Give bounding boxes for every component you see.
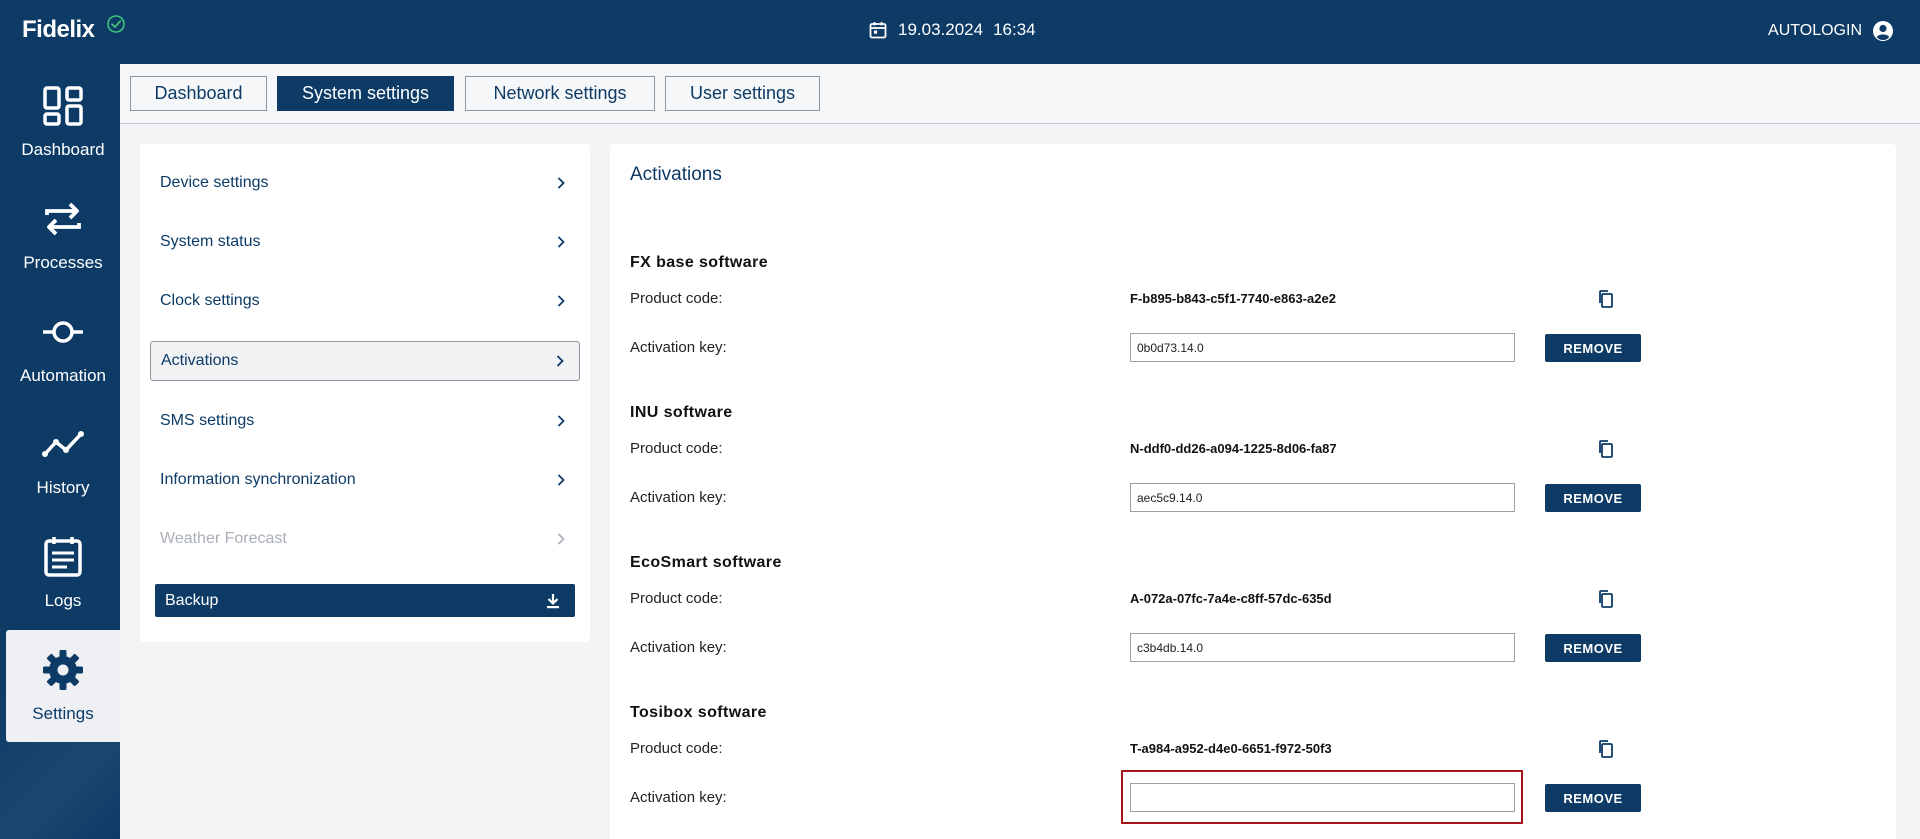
submenu-label: System status: [160, 233, 261, 250]
nav-label-history: History: [36, 478, 90, 497]
backup-label: Backup: [165, 591, 219, 609]
section-title: INU software: [630, 404, 733, 421]
nav-label-settings: Settings: [32, 704, 94, 723]
tab-system-settings[interactable]: System settings: [277, 76, 454, 111]
chevron-right-icon: [556, 355, 564, 367]
backup-button[interactable]: Backup: [155, 584, 575, 617]
processes-icon: [45, 202, 81, 236]
remove-button[interactable]: REMOVE: [1545, 484, 1641, 512]
submenu-item-information-synchronization[interactable]: Information synchronization: [150, 460, 580, 500]
nav-item-logs[interactable]: Logs: [6, 517, 120, 629]
settings-submenu: Device settings System status Clock sett…: [140, 144, 590, 642]
activation-key-label: Activation key:: [630, 339, 727, 356]
chevron-right-icon: [557, 415, 565, 427]
submenu-label: Weather Forecast: [160, 530, 287, 547]
product-code-label: Product code:: [630, 290, 723, 307]
nav-item-history[interactable]: History: [6, 404, 120, 516]
nav-item-processes[interactable]: Processes: [6, 179, 120, 291]
submenu-label: Device settings: [160, 174, 269, 191]
section-title: FX base software: [630, 254, 769, 271]
chevron-right-icon: [557, 474, 565, 486]
user-name: AUTOLOGIN: [1768, 22, 1862, 39]
check-circle-icon: [107, 15, 125, 33]
tab-dashboard[interactable]: Dashboard: [130, 76, 267, 111]
download-icon: [547, 593, 559, 608]
copy-icon[interactable]: [1596, 439, 1616, 459]
submenu-item-device-settings[interactable]: Device settings: [150, 163, 580, 203]
product-code-value: A-072a-07fc-7a4e-c8ff-57dc-635d: [1130, 591, 1332, 606]
section-title: EcoSmart software: [630, 554, 782, 571]
automation-icon: [43, 321, 83, 343]
left-nav: Dashboard Processes Automation History L…: [0, 64, 120, 839]
nav-label-logs: Logs: [44, 591, 82, 610]
nav-item-settings[interactable]: Settings: [6, 630, 120, 742]
activation-key-label: Activation key:: [630, 789, 727, 806]
user-menu[interactable]: AUTOLOGIN: [1768, 20, 1894, 42]
activation-key-input[interactable]: [1130, 333, 1515, 362]
submenu-item-system-status[interactable]: System status: [150, 222, 580, 262]
activation-section-tosibox: Tosibox software Product code: T-a984-a9…: [630, 704, 1730, 839]
product-code-value: T-a984-a952-d4e0-6651-f972-50f3: [1130, 741, 1332, 756]
activation-key-label: Activation key:: [630, 489, 727, 506]
tab-network-settings[interactable]: Network settings: [465, 76, 655, 111]
submenu-item-sms-settings[interactable]: SMS settings: [150, 401, 580, 441]
chevron-right-icon: [557, 236, 565, 248]
product-code-value: N-ddf0-dd26-a094-1225-8d06-fa87: [1130, 441, 1337, 456]
activation-section-fx-base: FX base software Product code: F-b895-b8…: [630, 254, 1730, 404]
submenu-item-weather-forecast: Weather Forecast: [150, 519, 580, 559]
copy-icon[interactable]: [1596, 589, 1616, 609]
submenu-item-clock-settings[interactable]: Clock settings: [150, 281, 580, 321]
chevron-right-icon: [557, 177, 565, 189]
nav-label-processes: Processes: [23, 253, 103, 272]
submenu-label: Activations: [161, 352, 239, 369]
user-account-icon[interactable]: [1872, 20, 1894, 42]
nav-item-dashboard[interactable]: Dashboard: [6, 66, 120, 178]
current-time: 16:34: [993, 20, 1036, 39]
date-time: 19.03.2024 16:34: [868, 20, 1036, 40]
remove-button[interactable]: REMOVE: [1545, 784, 1641, 812]
current-date: 19.03.2024: [898, 20, 984, 39]
activation-key-input[interactable]: [1130, 783, 1515, 812]
activations-panel: Activations FX base software Product cod…: [610, 144, 1896, 839]
settings-icon: [43, 650, 83, 690]
nav-item-automation[interactable]: Automation: [6, 292, 120, 404]
tab-bar: Dashboard System settings Network settin…: [120, 64, 1920, 124]
chevron-right-icon: [557, 533, 565, 545]
nav-label-automation: Automation: [20, 366, 106, 385]
submenu-label: SMS settings: [160, 412, 255, 429]
product-code-value: F-b895-b843-c5f1-7740-e863-a2e2: [1130, 291, 1336, 306]
activation-section-inu: INU software Product code: N-ddf0-dd26-a…: [630, 404, 1730, 554]
product-code-label: Product code:: [630, 740, 723, 757]
dashboard-icon: [43, 86, 83, 126]
submenu-label: Clock settings: [160, 292, 260, 309]
submenu-label: Information synchronization: [160, 471, 356, 488]
brand-logo: Fidelix: [22, 16, 95, 43]
logs-icon: [44, 537, 82, 577]
submenu-item-activations[interactable]: Activations: [150, 341, 580, 381]
remove-button[interactable]: REMOVE: [1545, 634, 1641, 662]
copy-icon[interactable]: [1596, 739, 1616, 759]
product-code-label: Product code:: [630, 440, 723, 457]
chevron-right-icon: [557, 295, 565, 307]
activation-key-label: Activation key:: [630, 639, 727, 656]
calendar-icon: [869, 22, 887, 39]
activation-key-input[interactable]: [1130, 483, 1515, 512]
activation-section-ecosmart: EcoSmart software Product code: A-072a-0…: [630, 554, 1730, 704]
history-icon: [42, 431, 84, 457]
product-code-label: Product code:: [630, 590, 723, 607]
section-title: Tosibox software: [630, 704, 767, 721]
activation-key-input[interactable]: [1130, 633, 1515, 662]
nav-label-dashboard: Dashboard: [21, 140, 105, 159]
copy-icon[interactable]: [1596, 289, 1616, 309]
tab-user-settings[interactable]: User settings: [665, 76, 820, 111]
top-bar: Fidelix 19.03.2024 16:34 AUTOLOGIN: [0, 0, 1920, 64]
page-title: Activations: [630, 164, 722, 185]
remove-button[interactable]: REMOVE: [1545, 334, 1641, 362]
